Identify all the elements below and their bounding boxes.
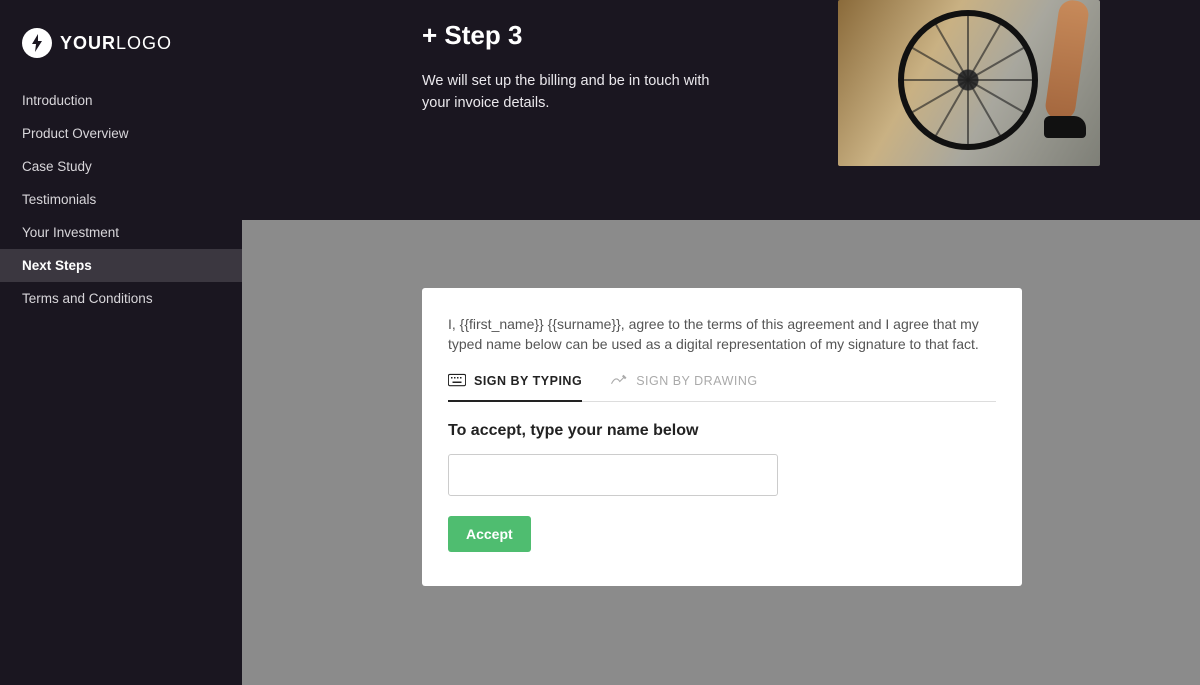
bolt-icon (22, 28, 52, 58)
signature-tabs: SIGN BY TYPING SIGN BY DRAWING (448, 373, 996, 402)
tab-sign-by-drawing-label: SIGN BY DRAWING (636, 374, 757, 388)
sidebar-item-product-overview[interactable]: Product Overview (0, 117, 242, 150)
sidebar-item-testimonials[interactable]: Testimonials (0, 183, 242, 216)
step-text-column: + Step 3 We will set up the billing and … (422, 20, 798, 166)
sidebar-nav: Introduction Product Overview Case Study… (0, 84, 242, 315)
sidebar-item-terms[interactable]: Terms and Conditions (0, 282, 242, 315)
signature-section: I, {{first_name}} {{surname}}, agree to … (242, 220, 1200, 685)
agreement-text: I, {{first_name}} {{surname}}, agree to … (448, 314, 996, 355)
tab-sign-by-typing-label: SIGN BY TYPING (474, 374, 582, 388)
step-body: We will set up the billing and be in tou… (422, 71, 722, 115)
sidebar-item-introduction[interactable]: Introduction (0, 84, 242, 117)
sidebar: YOURLOGO Introduction Product Overview C… (0, 0, 242, 685)
step-section: + Step 3 We will set up the billing and … (242, 0, 1200, 220)
brand-light: LOGO (116, 33, 172, 53)
step-title: + Step 3 (422, 20, 798, 51)
brand-logo: YOURLOGO (0, 28, 242, 84)
sidebar-item-next-steps[interactable]: Next Steps (0, 249, 242, 282)
pen-icon (610, 373, 628, 390)
signature-card: I, {{first_name}} {{surname}}, agree to … (422, 288, 1022, 586)
keyboard-icon (448, 373, 466, 390)
tab-sign-by-drawing[interactable]: SIGN BY DRAWING (610, 373, 757, 402)
sidebar-item-your-investment[interactable]: Your Investment (0, 216, 242, 249)
accept-button[interactable]: Accept (448, 516, 531, 552)
signature-name-input[interactable] (448, 454, 778, 496)
main-content: + Step 3 We will set up the billing and … (242, 0, 1200, 685)
step-image (838, 0, 1100, 166)
signature-prompt: To accept, type your name below (448, 422, 996, 440)
tab-sign-by-typing[interactable]: SIGN BY TYPING (448, 373, 582, 402)
brand-text: YOURLOGO (60, 33, 172, 54)
sidebar-item-case-study[interactable]: Case Study (0, 150, 242, 183)
brand-strong: YOUR (60, 33, 116, 53)
